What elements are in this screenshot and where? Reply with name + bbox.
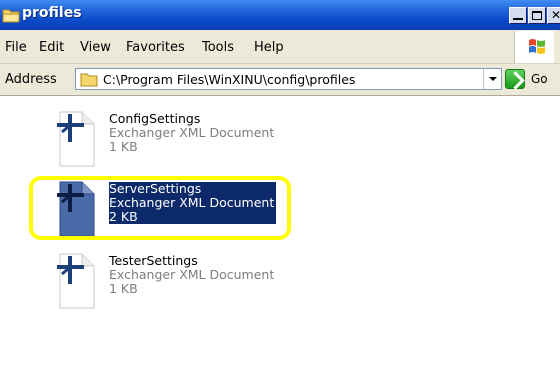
windows-logo-icon: [529, 39, 545, 54]
menu-file[interactable]: File: [5, 40, 27, 55]
file-list[interactable]: ConfigSettings Exchanger XML Document 1 …: [0, 96, 560, 374]
file-name: TesterSettings: [109, 253, 198, 268]
close-button[interactable]: ✕: [547, 7, 560, 24]
maximize-icon: [532, 11, 542, 20]
address-input[interactable]: C:\Program Files\WinXINU\config\profiles: [75, 68, 502, 90]
brand-area: [514, 31, 554, 63]
address-label: Address: [5, 72, 57, 87]
go-label: Go: [531, 72, 548, 86]
menu-tools[interactable]: Tools: [202, 40, 234, 55]
file-size: 1 KB: [109, 139, 138, 154]
minimize-button[interactable]: [509, 7, 527, 24]
xml-document-icon: [57, 253, 95, 309]
address-value: C:\Program Files\WinXINU\config\profiles: [103, 72, 356, 87]
maximize-button[interactable]: [528, 7, 546, 24]
file-type: Exchanger XML Document: [109, 267, 275, 282]
file-info: TesterSettings Exchanger XML Document 1 …: [109, 254, 274, 296]
menu-favorites[interactable]: Favorites: [126, 40, 185, 55]
address-bar: Address C:\Program Files\WinXINU\config\…: [0, 64, 560, 96]
file-size: 1 KB: [109, 281, 138, 296]
xml-document-icon: [57, 111, 95, 167]
menu-view[interactable]: View: [80, 40, 111, 55]
address-dropdown-button[interactable]: [483, 69, 501, 89]
file-type: Exchanger XML Document: [109, 125, 275, 140]
menu-bar: File Edit View Favorites Tools Help: [0, 30, 560, 64]
folder-icon: [80, 73, 98, 87]
file-info: ConfigSettings Exchanger XML Document 1 …: [109, 112, 274, 154]
window-title: profiles: [22, 5, 82, 21]
go-button[interactable]: Go: [505, 68, 555, 90]
file-item[interactable]: ConfigSettings Exchanger XML Document 1 …: [40, 110, 300, 180]
highlight-annotation: [29, 176, 291, 240]
folder-icon: [2, 9, 20, 23]
menu-edit[interactable]: Edit: [39, 40, 64, 55]
minimize-icon: [513, 18, 523, 20]
menu-help[interactable]: Help: [254, 40, 284, 55]
close-icon: ✕: [551, 8, 560, 22]
file-item[interactable]: TesterSettings Exchanger XML Document 1 …: [40, 252, 300, 322]
go-arrow-icon: [505, 69, 525, 89]
file-name: ConfigSettings: [109, 111, 201, 126]
title-bar[interactable]: profiles ✕: [0, 0, 560, 30]
